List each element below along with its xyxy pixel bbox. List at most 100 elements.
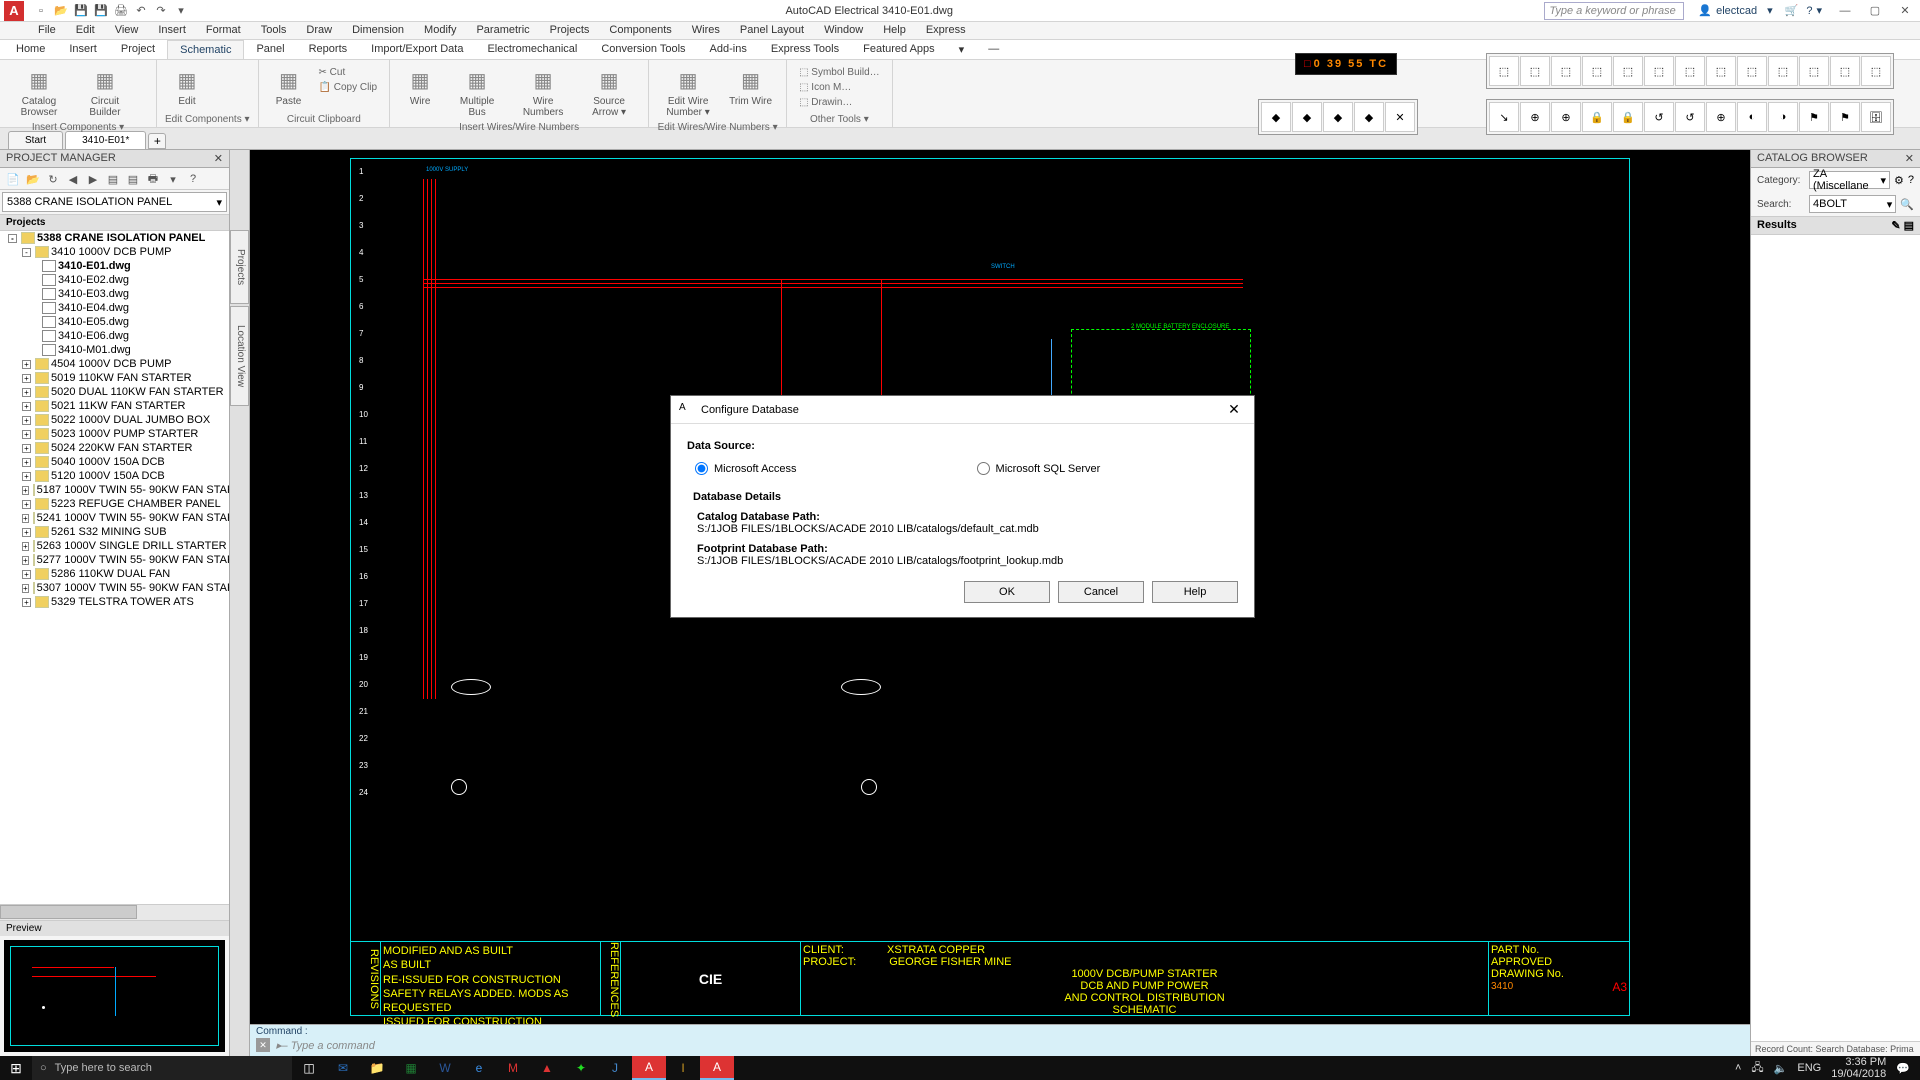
tree-folder-item[interactable]: +5187 1000V TWIN 55- 90KW FAN STAR	[0, 483, 229, 497]
tree-file-item[interactable]: 3410-E01.dwg	[0, 259, 229, 273]
tool-icon[interactable]: ✕	[1385, 102, 1415, 132]
tree-folder-item[interactable]: +5263 1000V SINGLE DRILL STARTER	[0, 539, 229, 553]
tool-icon[interactable]: ⊕	[1520, 102, 1550, 132]
ribbon-small-button[interactable]: ✂ Cut	[315, 66, 382, 79]
tree-expander-icon[interactable]: +	[22, 374, 31, 383]
pm-prev-icon[interactable]: ◀	[64, 170, 82, 188]
tool-icon[interactable]: ⬚	[1489, 56, 1519, 86]
ribbon-tab-featured-apps[interactable]: Featured Apps	[851, 40, 947, 59]
tree-folder-item[interactable]: +5241 1000V TWIN 55- 90KW FAN STAR	[0, 511, 229, 525]
menu-components[interactable]: Components	[599, 22, 681, 39]
exchange-icon[interactable]: 🛒	[1785, 4, 1799, 17]
ok-button[interactable]: OK	[964, 581, 1050, 603]
tb-explorer-icon[interactable]: 📁	[360, 1056, 394, 1080]
ribbon-tab-home[interactable]: Home	[4, 40, 57, 59]
menu-modify[interactable]: Modify	[414, 22, 466, 39]
pm-scrollbar-h[interactable]	[0, 904, 229, 920]
command-line[interactable]: Command : ✕ ▸‒ Type a command	[250, 1024, 1750, 1056]
ribbon-small-button[interactable]: ⬚ Symbol Build…	[795, 66, 884, 79]
tree-file-item[interactable]: 3410-E04.dwg	[0, 301, 229, 315]
tree-expander-icon[interactable]: +	[22, 584, 29, 593]
tree-folder-item[interactable]: +5223 REFUGE CHAMBER PANEL	[0, 497, 229, 511]
tree-expander-icon[interactable]: +	[22, 458, 31, 467]
menu-format[interactable]: Format	[196, 22, 251, 39]
pm-print-icon[interactable]: 🖶	[144, 170, 162, 188]
tool-icon[interactable]: ↺	[1644, 102, 1674, 132]
tool-icon[interactable]: ⬚	[1768, 56, 1798, 86]
ribbon-button[interactable]: ▦Wire Numbers	[512, 62, 574, 120]
qat-more-icon[interactable]: ▾	[172, 2, 190, 20]
tool-icon[interactable]: ⬚	[1551, 56, 1581, 86]
ribbon-tab-electromechanical[interactable]: Electromechanical	[475, 40, 589, 59]
tree-folder-item[interactable]: +5286 110KW DUAL FAN	[0, 567, 229, 581]
tb-app-icon[interactable]: J	[598, 1056, 632, 1080]
tree-expander-icon[interactable]: +	[22, 528, 31, 537]
tree-file-item[interactable]: 3410-E03.dwg	[0, 287, 229, 301]
ribbon-tab-reports[interactable]: Reports	[297, 40, 360, 59]
help-search-input[interactable]: Type a keyword or phrase	[1544, 2, 1684, 20]
tool-icon[interactable]: ◑	[1768, 102, 1798, 132]
dialog-titlebar[interactable]: A Configure Database ✕	[671, 396, 1254, 424]
pm-help-icon[interactable]: ?	[184, 170, 202, 188]
ribbon-tab-schematic[interactable]: Schematic	[167, 40, 244, 59]
tool-icon[interactable]: ⚑	[1799, 102, 1829, 132]
radio-ms-access[interactable]: Microsoft Access	[695, 462, 797, 475]
pm-tool-icon[interactable]: ▤	[104, 170, 122, 188]
pm-open-icon[interactable]: 📂	[24, 170, 42, 188]
tree-expander-icon[interactable]: +	[22, 570, 31, 579]
tb-excel-icon[interactable]: ▦	[394, 1056, 428, 1080]
tb-autocad-icon[interactable]: A	[632, 1056, 666, 1080]
cb-search-input[interactable]: 4BOLT▾	[1809, 195, 1896, 213]
tb-word-icon[interactable]: W	[428, 1056, 462, 1080]
tb-app-icon[interactable]: ✦	[564, 1056, 598, 1080]
doc-tab[interactable]: 3410-E01*	[65, 131, 146, 149]
ribbon-tab-insert[interactable]: Insert	[57, 40, 109, 59]
tree-expander-icon[interactable]: +	[22, 444, 31, 453]
tool-icon[interactable]: ⬚	[1861, 56, 1891, 86]
menu-tools[interactable]: Tools	[251, 22, 297, 39]
menu-edit[interactable]: Edit	[66, 22, 105, 39]
ribbon-small-button[interactable]: ⬚ Drawin…	[795, 96, 884, 109]
tool-icon[interactable]: ◆	[1323, 102, 1353, 132]
command-input[interactable]: ▸‒ Type a command	[276, 1039, 375, 1052]
menu-panel-layout[interactable]: Panel Layout	[730, 22, 814, 39]
ribbon-tab-conversion-tools[interactable]: Conversion Tools	[589, 40, 697, 59]
cb-edit-icon[interactable]: ✎	[1891, 220, 1900, 232]
ribbon-button[interactable]: ▦Paste	[267, 62, 311, 109]
tool-icon[interactable]: ⬚	[1644, 56, 1674, 86]
tb-autocad2-icon[interactable]: A	[700, 1056, 734, 1080]
tool-icon[interactable]: ◆	[1292, 102, 1322, 132]
doc-tab-add-button[interactable]: +	[148, 133, 166, 149]
tb-outlook-icon[interactable]: ✉	[326, 1056, 360, 1080]
tool-icon[interactable]: ⬚	[1613, 56, 1643, 86]
tree-expander-icon[interactable]: -	[8, 234, 17, 243]
help-button[interactable]: Help	[1152, 581, 1238, 603]
ribbon-small-button[interactable]: 📋 Copy Clip	[315, 81, 382, 94]
tb-pdf-icon[interactable]: ▲	[530, 1056, 564, 1080]
menu-projects[interactable]: Projects	[540, 22, 600, 39]
tool-icon[interactable]: 🔒	[1613, 102, 1643, 132]
close-button[interactable]: ✕	[1890, 0, 1920, 22]
menu-dimension[interactable]: Dimension	[342, 22, 414, 39]
tray-sound-icon[interactable]: 🔈	[1774, 1062, 1788, 1075]
pm-refresh-icon[interactable]: ↻	[44, 170, 62, 188]
ribbon-button[interactable]: ▦Circuit Builder	[74, 62, 136, 120]
tool-icon[interactable]: ⬚	[1737, 56, 1767, 86]
tree-file-item[interactable]: 3410-E05.dwg	[0, 315, 229, 329]
tree-expander-icon[interactable]: +	[22, 598, 31, 607]
qat-redo-icon[interactable]: ↷	[152, 2, 170, 20]
pm-project-dropdown[interactable]: 5388 CRANE ISOLATION PANEL▾	[2, 192, 227, 212]
cancel-button[interactable]: Cancel	[1058, 581, 1144, 603]
tree-folder-item[interactable]: +5120 1000V 150A DCB	[0, 469, 229, 483]
ribbon-tab-panel[interactable]: Panel	[244, 40, 296, 59]
tray-lang[interactable]: ENG	[1797, 1062, 1821, 1074]
tree-expander-icon[interactable]: +	[22, 542, 29, 551]
tool-icon[interactable]: ⬚	[1582, 56, 1612, 86]
tool-icon[interactable]: ↘	[1489, 102, 1519, 132]
tool-icon[interactable]: ⬚	[1706, 56, 1736, 86]
ribbon-tab-project[interactable]: Project	[109, 40, 167, 59]
panel-close-icon[interactable]: ✕	[214, 152, 223, 165]
tool-icon[interactable]: 🗄	[1861, 102, 1891, 132]
tree-folder-item[interactable]: +4504 1000V DCB PUMP	[0, 357, 229, 371]
tree-expander-icon[interactable]: +	[22, 360, 31, 369]
